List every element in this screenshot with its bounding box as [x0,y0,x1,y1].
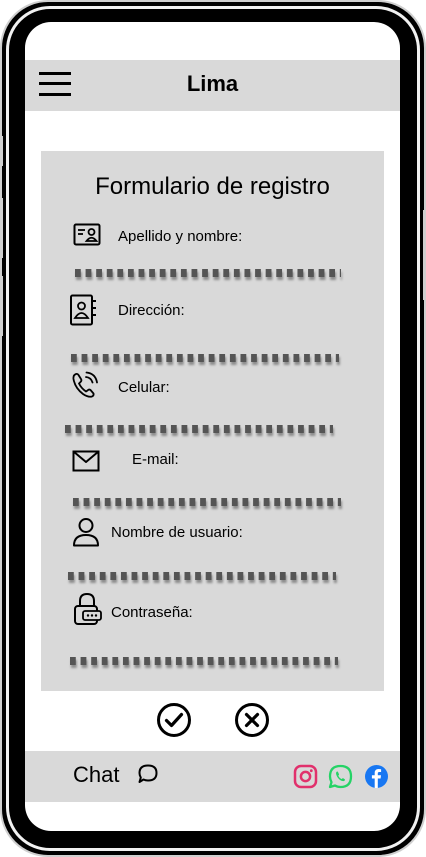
email-input[interactable] [73,498,341,506]
phone-side-button [0,136,3,166]
phone-icon [72,371,98,398]
app-footer: Chat [25,751,400,802]
phone-screen: Lima Formulario de registro Apellido y n… [25,22,400,831]
chat-bubble-icon[interactable] [137,763,159,785]
app-header: Lima [25,60,400,111]
registration-form: Formulario de registro Apellido y nombre… [41,151,384,691]
x-circle-icon[interactable] [234,702,270,738]
phone-side-button [0,198,3,258]
instagram-icon[interactable] [293,764,318,789]
form-actions [25,702,400,742]
phone-input[interactable] [65,425,333,433]
chat-label[interactable]: Chat [73,762,119,788]
field-label-password: Contraseña: [111,604,193,621]
field-label-full-name: Apellido y nombre: [118,228,243,245]
phone-side-button [0,276,3,336]
username-input[interactable] [68,572,336,580]
facebook-icon[interactable] [364,764,389,789]
whatsapp-icon[interactable] [328,764,353,789]
address-book-icon [70,294,96,326]
page-title: Lima [186,71,239,96]
field-label-email: E-mail: [132,451,179,468]
field-label-address: Dirección: [118,302,185,319]
lock-icon [74,592,102,625]
check-circle-icon[interactable] [156,702,192,738]
contact-card-icon [73,223,101,246]
mail-icon [72,450,100,472]
full-name-input[interactable] [75,269,341,277]
field-label-username: Nombre de usuario: [111,524,243,541]
field-label-phone: Celular: [118,379,170,396]
form-title: Formulario de registro [95,173,330,200]
address-input[interactable] [71,354,339,362]
password-input[interactable] [70,657,338,665]
user-icon [73,518,99,547]
